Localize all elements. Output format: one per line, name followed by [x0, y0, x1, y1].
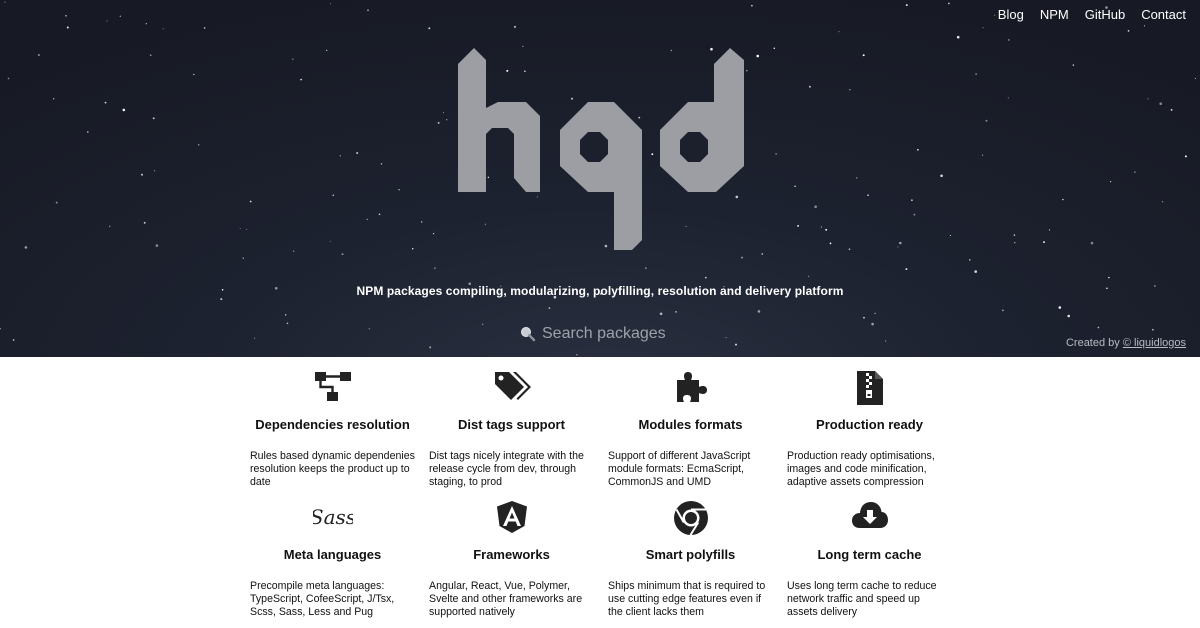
feature-title: Modules formats: [638, 417, 743, 432]
svg-text:Sass: Sass: [313, 505, 353, 529]
feature-title: Smart polyfills: [645, 547, 736, 562]
feature-description: Rules based dynamic dependenies resoluti…: [250, 450, 415, 488]
feature-description: Uses long term cache to reduce network t…: [787, 580, 937, 618]
search-bar[interactable]: [520, 325, 742, 343]
chrome-icon: [601, 500, 780, 536]
zip-file-icon: [780, 370, 959, 406]
feature-frameworks: Frameworks Angular, React, Vue, Polymer,…: [422, 500, 601, 628]
hero-banner: Blog NPM GitHub Contact NPM packages com…: [0, 0, 1200, 357]
feature-description: Production ready optimisations, images a…: [787, 450, 935, 488]
tags-icon: [422, 370, 601, 406]
feature-dist-tags: Dist tags support Dist tags nicely integ…: [422, 370, 601, 500]
feature-description: Dist tags nicely integrate with the rele…: [429, 450, 584, 488]
hierarchy-icon: [243, 370, 422, 406]
cloud-download-icon: [780, 500, 959, 536]
nav-link-contact[interactable]: Contact: [1141, 7, 1186, 22]
feature-dependencies-resolution: Dependencies resolution Rules based dyna…: [243, 370, 422, 500]
feature-smart-polyfills: Smart polyfills Ships minimum that is re…: [601, 500, 780, 628]
nav-link-blog[interactable]: Blog: [998, 7, 1024, 22]
feature-long-term-cache: Long term cache Uses long term cache to …: [780, 500, 959, 628]
top-navigation: Blog NPM GitHub Contact: [998, 7, 1186, 22]
search-icon: [521, 327, 536, 342]
feature-meta-languages: Sass Meta languages Precompile meta lang…: [243, 500, 422, 628]
credit-line: Created by © liquidlogos: [1066, 337, 1186, 349]
feature-production-ready: Production ready Production ready optimi…: [780, 370, 959, 500]
nav-link-github[interactable]: GitHub: [1085, 7, 1125, 22]
hqd-logo: [458, 48, 744, 250]
credit-link[interactable]: © liquidlogos: [1123, 337, 1186, 349]
search-input[interactable]: [542, 325, 742, 343]
feature-description: Support of different JavaScript module f…: [608, 450, 751, 488]
puzzle-icon: [601, 370, 780, 406]
feature-title: Production ready: [816, 417, 923, 432]
feature-description: Ships minimum that is required to use cu…: [608, 580, 766, 618]
feature-description: Angular, React, Vue, Polymer, Svelte and…: [429, 580, 583, 618]
feature-title: Frameworks: [473, 547, 550, 562]
feature-title: Dist tags support: [458, 417, 565, 432]
feature-modules-formats: Modules formats Support of different Jav…: [601, 370, 780, 500]
credit-prefix: Created by: [1065, 337, 1120, 349]
nav-link-npm[interactable]: NPM: [1040, 7, 1069, 22]
feature-title: Dependencies resolution: [255, 417, 410, 432]
feature-title: Long term cache: [817, 547, 922, 562]
feature-title: Meta languages: [283, 547, 382, 562]
hero-tagline: NPM packages compiling, modularizing, po…: [356, 284, 844, 298]
angular-icon: [422, 500, 601, 536]
sass-icon: Sass: [243, 500, 422, 536]
features-grid: Dependencies resolution Rules based dyna…: [243, 370, 959, 628]
feature-description: Precompile meta languages: TypeScript, C…: [250, 580, 395, 618]
